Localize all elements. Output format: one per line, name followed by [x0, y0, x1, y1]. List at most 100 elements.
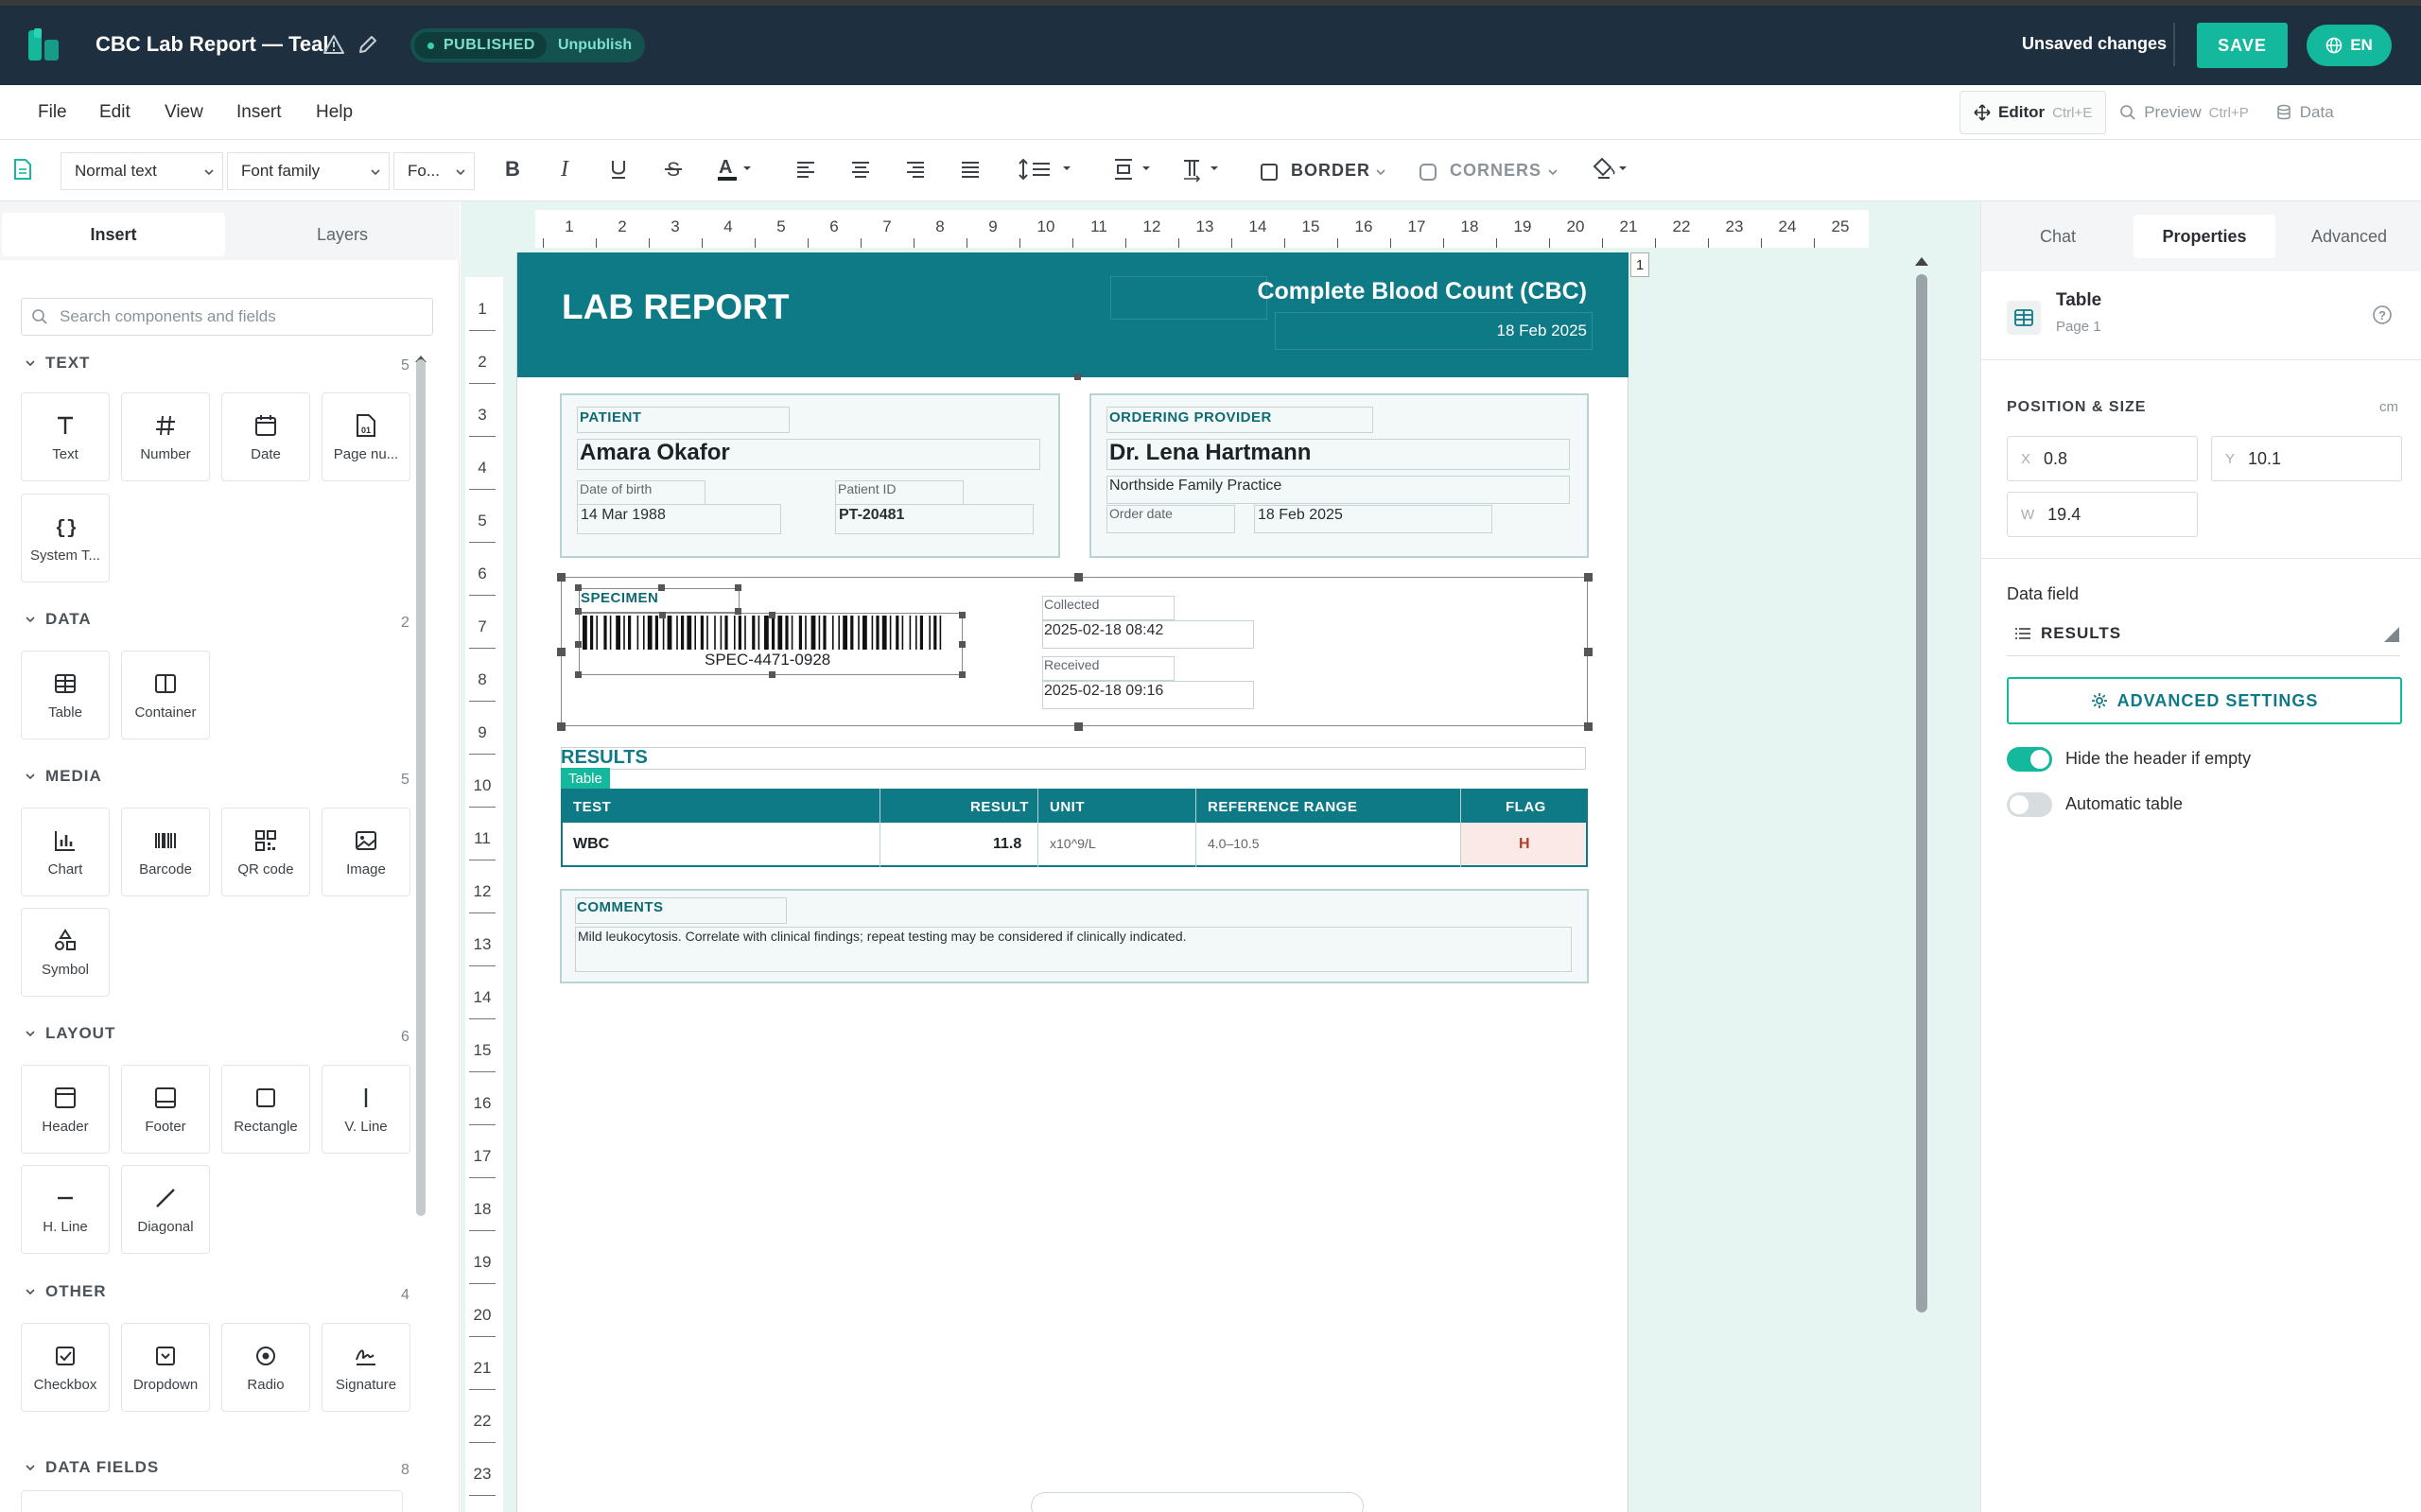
document-icon[interactable] [13, 159, 32, 180]
results-heading[interactable]: RESULTS [561, 747, 648, 769]
patient-name[interactable]: Amara Okafor [580, 440, 730, 466]
tab-layers[interactable]: Layers [229, 213, 456, 256]
patient-label[interactable]: PATIENT [580, 409, 641, 426]
tile-dropdown[interactable]: Dropdown [121, 1323, 210, 1412]
menu-insert[interactable]: Insert [236, 102, 282, 123]
tile-qr-code[interactable]: QR code [221, 808, 310, 896]
tile-page-number[interactable]: 01 Page nu... [322, 392, 410, 481]
tile-number[interactable]: Number [121, 392, 210, 481]
dob-value[interactable]: 14 Mar 1988 [581, 507, 666, 524]
selection-handle[interactable] [959, 671, 966, 678]
tile-signature[interactable]: Signature [322, 1323, 410, 1412]
tile-table[interactable]: Table [21, 651, 110, 739]
selection-handle[interactable] [1074, 722, 1083, 731]
menu-edit[interactable]: Edit [99, 102, 131, 123]
tile-date[interactable]: Date [221, 392, 310, 481]
advanced-settings-button[interactable]: ADVANCED SETTINGS [2007, 677, 2402, 724]
text-style-select[interactable]: Normal text [61, 152, 223, 190]
x-position-input[interactable]: X 0.8 [2007, 436, 2198, 481]
align-justify-icon[interactable] [959, 155, 982, 183]
italic-icon[interactable]: I [554, 155, 577, 183]
selection-handle[interactable] [1584, 573, 1593, 582]
selection-handle[interactable] [575, 641, 582, 648]
cell-flag[interactable]: H [1519, 836, 1530, 853]
align-right-icon[interactable] [904, 155, 927, 183]
section-data-header[interactable]: DATA [25, 610, 92, 629]
comments-label[interactable]: COMMENTS [577, 899, 664, 915]
unpublish-button[interactable]: Unpublish [547, 37, 632, 54]
selection-handle[interactable] [575, 671, 582, 678]
tile-diagonal[interactable]: Diagonal [121, 1165, 210, 1254]
border-checkbox[interactable] [1260, 163, 1279, 182]
tile-container[interactable]: Container [121, 651, 210, 739]
tile-barcode[interactable]: Barcode [121, 808, 210, 896]
selection-handle[interactable] [557, 648, 566, 656]
tab-chat[interactable]: Chat [1992, 215, 2124, 258]
align-left-icon[interactable] [794, 155, 817, 183]
automatic-table-toggle[interactable] [2007, 792, 2052, 817]
selection-handle[interactable] [557, 573, 566, 582]
component-search-input[interactable]: Search components and fields [21, 298, 433, 336]
tile-rectangle[interactable]: Rectangle [221, 1065, 310, 1154]
cell-range[interactable]: 4.0–10.5 [1208, 836, 1260, 851]
strikethrough-icon[interactable]: S [662, 155, 685, 183]
section-data-fields-header[interactable]: DATA FIELDS [25, 1458, 159, 1477]
bold-icon[interactable]: B [501, 155, 524, 183]
save-button[interactable]: SAVE [2197, 23, 2288, 68]
font-family-select[interactable]: Font family [227, 152, 390, 190]
corners-label[interactable]: CORNERS [1450, 161, 1541, 181]
font-size-select[interactable]: Fo... [393, 152, 475, 190]
cell-test[interactable]: WBC [573, 836, 609, 853]
paragraph-direction-icon[interactable] [1180, 155, 1224, 183]
tab-data[interactable]: Data [2262, 91, 2347, 134]
section-other-header[interactable]: OTHER [25, 1282, 107, 1301]
report-title[interactable]: LAB REPORT [562, 287, 790, 327]
order-date-value[interactable]: 18 Feb 2025 [1258, 507, 1343, 524]
comments-text[interactable]: Mild leukocytosis. Correlate with clinic… [578, 929, 1187, 944]
tab-advanced[interactable]: Advanced [2283, 215, 2415, 258]
selection-handle[interactable] [1584, 722, 1593, 731]
selection-handle[interactable] [1584, 648, 1593, 656]
barcode-text[interactable]: SPEC-4471-0928 [705, 651, 830, 669]
selection-handle[interactable] [735, 608, 741, 615]
tile-image[interactable]: Image [322, 808, 410, 896]
text-color-icon[interactable]: A [715, 155, 757, 183]
selection-handle[interactable] [557, 722, 566, 731]
received-label[interactable]: Received [1044, 657, 1099, 672]
pencil-icon[interactable] [357, 34, 378, 55]
column-header-flag[interactable]: FLAG [1506, 799, 1546, 815]
tab-preview[interactable]: Preview Ctrl+P [2106, 91, 2262, 134]
tab-editor[interactable]: Editor Ctrl+E [1959, 91, 2107, 134]
patient-id-label[interactable]: Patient ID [838, 481, 896, 496]
language-button[interactable]: EN [2307, 25, 2392, 66]
data-field-item[interactable] [21, 1490, 403, 1512]
chevron-down-icon[interactable] [1547, 166, 1559, 178]
selection-handle[interactable] [769, 671, 775, 678]
selection-handle[interactable] [1074, 374, 1081, 380]
selection-handle[interactable] [735, 584, 741, 591]
tile-footer[interactable]: Footer [121, 1065, 210, 1154]
received-value[interactable]: 2025-02-18 09:16 [1044, 683, 1163, 700]
corners-checkbox[interactable] [1419, 163, 1437, 182]
tile-system-text[interactable]: {} System T... [21, 494, 110, 582]
document-title[interactable]: CBC Lab Report — Teal [96, 32, 329, 57]
selection-handle[interactable] [769, 612, 775, 618]
warning-icon[interactable] [323, 34, 344, 55]
section-text-header[interactable]: TEXT [25, 354, 90, 373]
dob-label[interactable]: Date of birth [580, 481, 652, 496]
order-date-label[interactable]: Order date [1109, 506, 1173, 521]
collected-label[interactable]: Collected [1044, 597, 1099, 612]
menu-help[interactable]: Help [316, 102, 353, 123]
width-input[interactable]: W 19.4 [2007, 492, 2198, 537]
patient-id-value[interactable]: PT-20481 [839, 507, 904, 524]
provider-name[interactable]: Dr. Lena Hartmann [1109, 440, 1311, 466]
chevron-down-icon[interactable] [1375, 166, 1386, 178]
tile-header[interactable]: Header [21, 1065, 110, 1154]
canvas-scrollbar[interactable] [1916, 274, 1927, 1312]
hide-header-toggle[interactable] [2007, 747, 2052, 772]
specimen-label[interactable]: SPECIMEN [581, 590, 658, 606]
selection-handle[interactable] [658, 584, 665, 591]
section-layout-header[interactable]: LAYOUT [25, 1024, 115, 1043]
cell-unit[interactable]: x10^9/L [1050, 836, 1096, 851]
tile-symbol[interactable]: Symbol [21, 908, 110, 997]
